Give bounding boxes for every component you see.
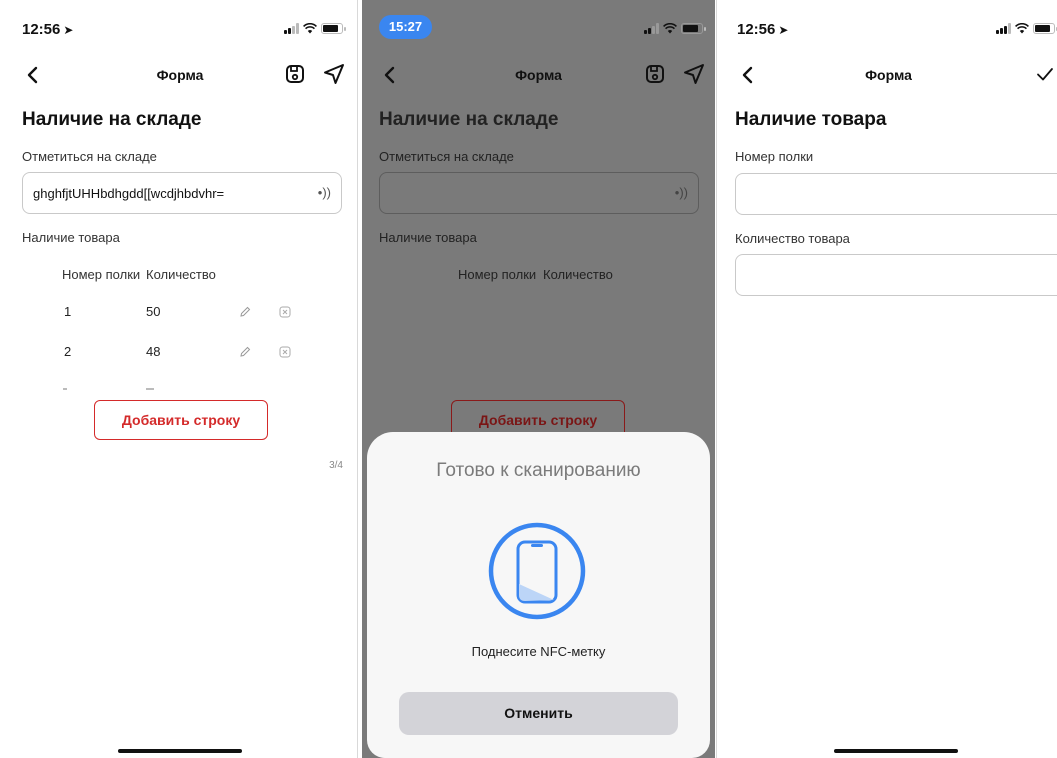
- checkmark-icon[interactable]: [1033, 62, 1057, 86]
- row-2-qty: 48: [146, 344, 161, 359]
- save-icon[interactable]: [643, 62, 667, 86]
- sheet-title: Готово к сканированию: [436, 460, 641, 481]
- sheet-hint: Поднесите NFC-метку: [471, 644, 606, 659]
- row-2-shelf: 2: [64, 344, 72, 359]
- status-time: 12:56 ➤: [737, 21, 789, 38]
- checkin-field[interactable]: •)): [379, 172, 699, 214]
- row-1-qty: 50: [146, 304, 161, 319]
- page-title: Наличие на складе: [22, 109, 202, 130]
- nav-bar: Форма: [5, 58, 355, 92]
- column-header-qty: Количество: [146, 267, 216, 282]
- nfc-icon[interactable]: •)): [318, 185, 331, 200]
- status-bar: 12:56 ➤: [720, 0, 1057, 60]
- screen-item-form: 12:56 ➤ Форма Наличие товара Номер полки …: [720, 0, 1057, 758]
- wifi-icon: [303, 23, 317, 34]
- checkin-label: Отметиться на складе: [22, 149, 157, 164]
- wifi-icon: [1015, 23, 1029, 34]
- stock-label: Наличие товара: [379, 230, 477, 245]
- column-header-qty: Количество: [543, 267, 613, 282]
- cancel-button[interactable]: Отменить: [399, 692, 678, 735]
- pencil-icon[interactable]: [238, 345, 252, 359]
- qty-input[interactable]: [735, 254, 1057, 296]
- divider: [357, 0, 358, 758]
- pencil-icon[interactable]: [238, 305, 252, 319]
- send-icon[interactable]: [322, 62, 346, 86]
- column-header-shelf: Номер полки: [458, 267, 537, 282]
- battery-icon: [1033, 23, 1057, 34]
- nav-bar: Форма: [362, 58, 715, 92]
- status-bar: 12:56 ➤: [5, 0, 355, 60]
- status-time: 15:27: [379, 15, 432, 39]
- battery-icon: [321, 23, 346, 34]
- save-icon[interactable]: [283, 62, 307, 86]
- location-arrow-icon: ➤: [778, 23, 789, 37]
- nav-title: Форма: [865, 67, 912, 83]
- column-header-shelf: Номер полки: [62, 267, 141, 282]
- send-icon[interactable]: [682, 62, 706, 86]
- shelf-input[interactable]: [735, 173, 1057, 215]
- signal-icon: [996, 23, 1011, 34]
- checkin-value: ghghfjtUHHbdhgdd[[wcdjhbdvhr=: [33, 186, 225, 201]
- home-indicator[interactable]: [118, 749, 242, 753]
- nav-bar: Форма: [720, 58, 1057, 92]
- qty-label: Количество товара: [735, 231, 850, 246]
- screen-nfc-scan: 15:27 Форма Наличие на складе Отметиться…: [362, 0, 715, 758]
- nfc-scan-sheet: Готово к сканированию Поднесите NFC-метк…: [367, 432, 710, 758]
- phone-nfc-icon: [488, 522, 586, 620]
- page-indicator: 3/4: [329, 460, 343, 471]
- status-time: 12:56 ➤: [22, 21, 74, 38]
- checkin-label: Отметиться на складе: [379, 149, 514, 164]
- shelf-label: Номер полки: [735, 149, 814, 164]
- wifi-icon: [663, 23, 677, 34]
- nfc-icon[interactable]: •)): [675, 185, 688, 200]
- status-bar: 15:27: [362, 0, 715, 60]
- page-title: Наличие на складе: [379, 109, 559, 130]
- scroll-hint: [63, 388, 67, 390]
- location-arrow-icon: ➤: [63, 23, 74, 37]
- home-indicator[interactable]: [834, 749, 958, 753]
- page-title: Наличие товара: [735, 109, 887, 130]
- scroll-hint: [146, 388, 154, 390]
- row-1-shelf: 1: [64, 304, 72, 319]
- signal-icon: [284, 23, 299, 34]
- checkin-field[interactable]: ghghfjtUHHbdhgdd[[wcdjhbdvhr= •)): [22, 172, 342, 214]
- divider: [716, 0, 717, 758]
- battery-icon: [681, 23, 706, 34]
- signal-icon: [644, 23, 659, 34]
- add-row-button[interactable]: Добавить строку: [94, 400, 268, 440]
- delete-icon[interactable]: [278, 305, 292, 319]
- delete-icon[interactable]: [278, 345, 292, 359]
- screen-form-stock: 12:56 ➤ Форма Наличие на складе Отметитьс…: [5, 0, 355, 758]
- stock-label: Наличие товара: [22, 230, 120, 245]
